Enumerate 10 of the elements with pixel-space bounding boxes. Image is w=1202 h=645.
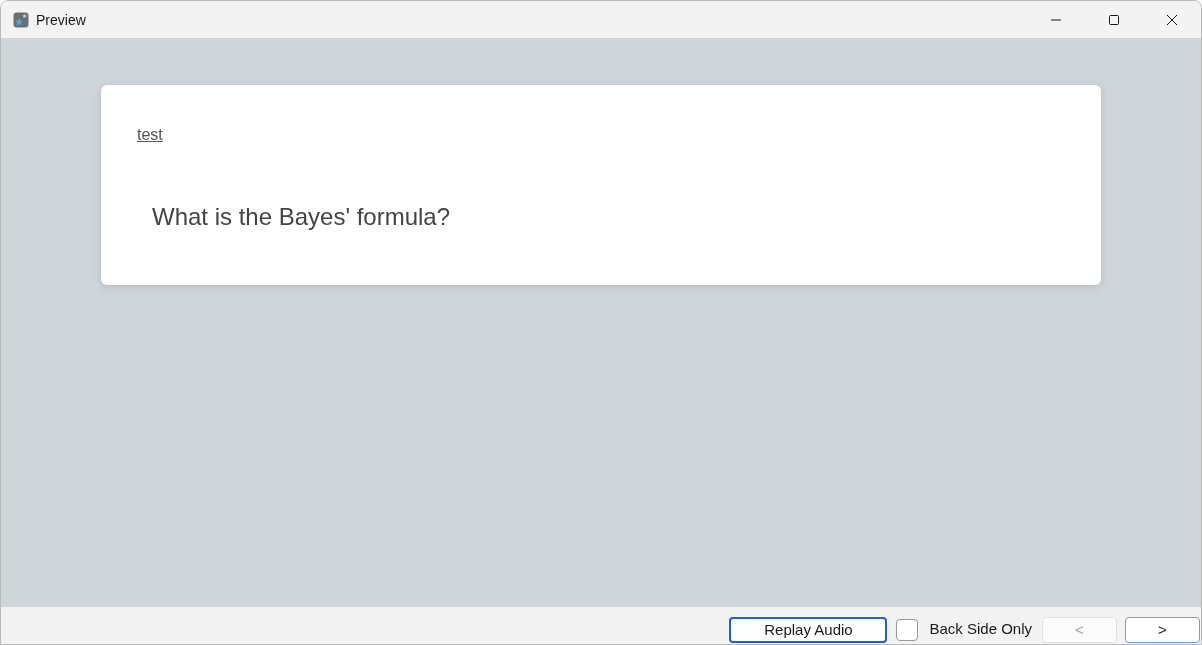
window-title: Preview [36, 11, 86, 28]
close-icon [1167, 14, 1177, 25]
checkbox[interactable] [896, 618, 919, 641]
maximize-icon [1109, 14, 1119, 25]
question-text: What is the Bayes' formula? [152, 202, 451, 232]
replay-audio-button[interactable]: Replay Audio [729, 616, 888, 643]
tag-link[interactable]: test [137, 125, 163, 145]
next-button[interactable]: > [1125, 616, 1200, 643]
checkbox-label[interactable]: Back Side Only [929, 620, 1032, 637]
app-icon [13, 11, 29, 28]
